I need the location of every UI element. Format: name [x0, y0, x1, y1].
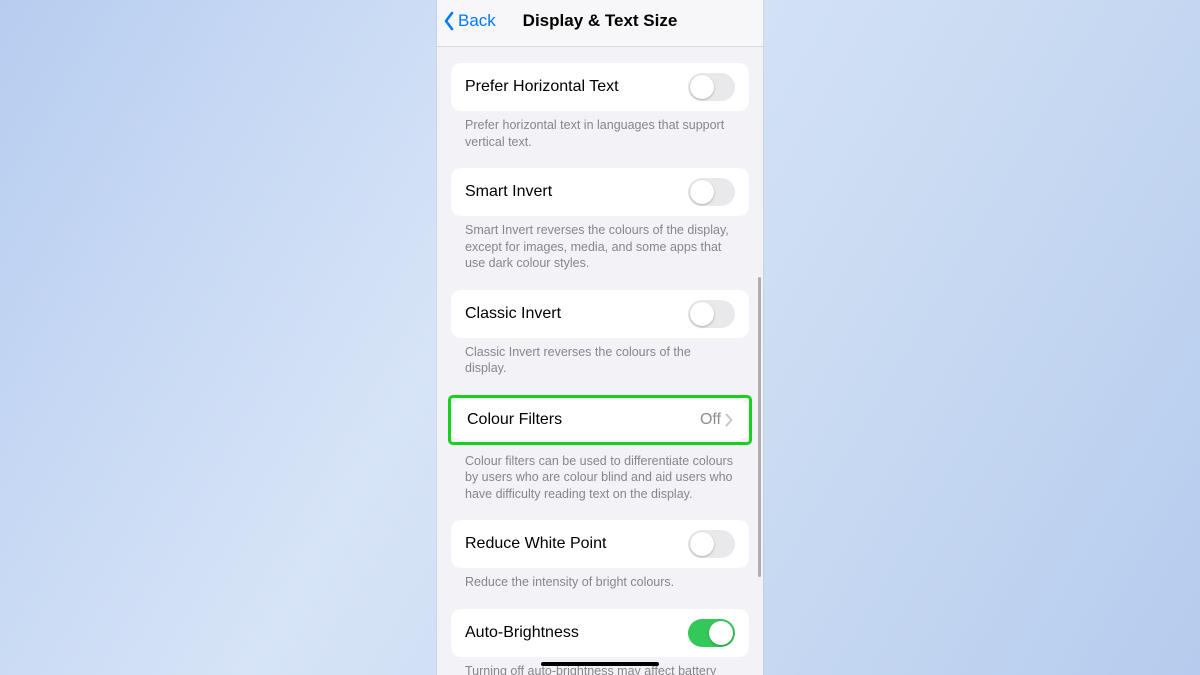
reduce-white-point-footer: Reduce the intensity of bright colours. [451, 568, 749, 609]
classic-invert-row[interactable]: Classic Invert [451, 290, 749, 338]
prefer-horizontal-row[interactable]: Prefer Horizontal Text [451, 63, 749, 111]
smart-invert-toggle[interactable] [688, 178, 735, 206]
reduce-white-point-toggle[interactable] [688, 530, 735, 558]
colour-filters-footer-group: Colour filters can be used to differenti… [451, 445, 749, 521]
auto-brightness-label: Auto-Brightness [465, 624, 688, 642]
auto-brightness-toggle[interactable] [688, 619, 735, 647]
colour-filters-row[interactable]: Colour Filters Off [453, 400, 747, 440]
reduce-white-point-label: Reduce White Point [465, 535, 688, 553]
prefer-horizontal-footer: Prefer horizontal text in languages that… [451, 111, 749, 168]
back-label: Back [458, 11, 496, 31]
prefer-horizontal-toggle[interactable] [688, 73, 735, 101]
classic-invert-label: Classic Invert [465, 305, 688, 323]
colour-filters-footer: Colour filters can be used to differenti… [451, 445, 749, 521]
smart-invert-row[interactable]: Smart Invert [451, 168, 749, 216]
reduce-white-point-group: Reduce White Point Reduce the intensity … [451, 520, 749, 609]
nav-bar: Back Display & Text Size [437, 0, 763, 47]
smart-invert-footer: Smart Invert reverses the colours of the… [451, 216, 749, 290]
colour-filters-value: Off [700, 411, 721, 429]
smart-invert-label: Smart Invert [465, 183, 688, 201]
classic-invert-group: Classic Invert Classic Invert reverses t… [451, 290, 749, 395]
colour-filters-highlight: Colour Filters Off [448, 395, 752, 445]
auto-brightness-row[interactable]: Auto-Brightness [451, 609, 749, 657]
settings-content: Prefer Horizontal Text Prefer horizontal… [437, 47, 763, 675]
classic-invert-footer: Classic Invert reverses the colours of t… [451, 338, 749, 395]
phone-screen: Back Display & Text Size Prefer Horizont… [437, 0, 763, 675]
chevron-left-icon [443, 11, 455, 31]
prefer-horizontal-label: Prefer Horizontal Text [465, 78, 688, 96]
chevron-right-icon [725, 413, 733, 427]
scroll-indicator[interactable] [758, 277, 761, 577]
smart-invert-group: Smart Invert Smart Invert reverses the c… [451, 168, 749, 290]
prefer-horizontal-group: Prefer Horizontal Text Prefer horizontal… [451, 63, 749, 168]
reduce-white-point-row[interactable]: Reduce White Point [451, 520, 749, 568]
classic-invert-toggle[interactable] [688, 300, 735, 328]
home-indicator[interactable] [541, 662, 659, 667]
colour-filters-label: Colour Filters [467, 411, 700, 429]
back-button[interactable]: Back [443, 11, 496, 31]
